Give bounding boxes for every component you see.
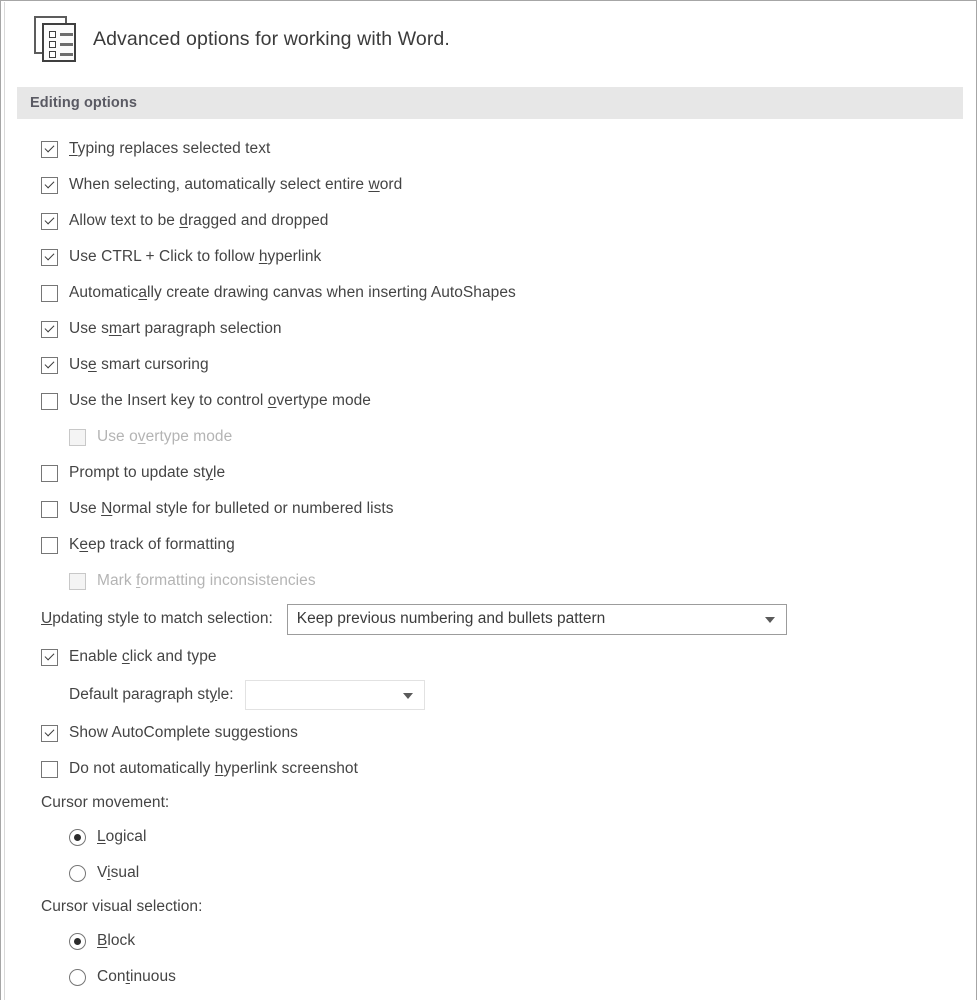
icon-bullet-line-3	[60, 53, 73, 56]
show-autocomplete-suggestions-checkbox[interactable]	[41, 724, 58, 742]
checkbox-group-secondary: Show AutoComplete suggestions Do not auto…	[1, 715, 976, 787]
prompt-to-update-style-row[interactable]: Prompt to update style	[1, 455, 976, 491]
auto-create-drawing-canvas-checkbox[interactable]	[41, 284, 58, 302]
icon-bullet-line-1	[60, 33, 73, 36]
cursor-movement-logical-label: Logical	[97, 828, 147, 845]
section-header-label: Editing options	[30, 95, 138, 111]
smart-cursoring-checkbox[interactable]	[41, 356, 58, 374]
chevron-down-icon[interactable]	[764, 617, 775, 623]
use-overtype-mode-checkbox	[69, 428, 86, 446]
no-auto-hyperlink-screenshot-row[interactable]: Do not automatically hyperlink screensho…	[1, 751, 976, 787]
use-overtype-mode-row: Use overtype mode	[1, 419, 976, 455]
page-title: Advanced options for working with Word.	[93, 27, 450, 50]
advanced-options-pane: Advanced options for working with Word. …	[0, 0, 977, 1000]
select-entire-word-checkbox[interactable]	[41, 176, 58, 194]
options-list: Typing replaces selected text When select…	[1, 131, 976, 995]
cursor-movement-visual-row[interactable]: Visual	[1, 855, 976, 891]
ctrl-click-hyperlink-checkbox[interactable]	[41, 248, 58, 266]
default-paragraph-style-dropdown[interactable]	[244, 680, 425, 710]
enable-click-and-type-checkbox[interactable]	[41, 648, 58, 666]
cursor-visual-block-row[interactable]: Block	[1, 923, 976, 959]
drag-and-drop-text-row[interactable]: Allow text to be dragged and dropped	[1, 203, 976, 239]
updating-style-label: Updating style to match selection:	[41, 610, 273, 627]
updating-style-dropdown[interactable]: Keep previous numbering and bullets patt…	[286, 603, 787, 635]
icon-bullet-square-2	[49, 41, 56, 48]
smart-cursoring-label: Use smart cursoring	[69, 356, 209, 373]
cursor-visual-selection-caption: Cursor visual selection:	[1, 891, 976, 923]
updating-style-row: Updating style to match selection: Keep …	[1, 599, 976, 639]
cursor-visual-continuous-label: Continuous	[97, 968, 176, 985]
icon-sheet-front	[42, 23, 76, 62]
icon-bullet-line-2	[60, 43, 73, 46]
updating-style-value: Keep previous numbering and bullets patt…	[296, 610, 606, 627]
smart-cursoring-row[interactable]: Use smart cursoring	[1, 347, 976, 383]
smart-paragraph-selection-checkbox[interactable]	[41, 320, 58, 338]
show-autocomplete-suggestions-label: Show AutoComplete suggestions	[69, 724, 298, 741]
section-header-editing-options: Editing options	[17, 87, 963, 119]
auto-create-drawing-canvas-row[interactable]: Automatically create drawing canvas when…	[1, 275, 976, 311]
icon-bullet-square-1	[49, 31, 56, 38]
prompt-to-update-style-checkbox[interactable]	[41, 464, 58, 482]
cursor-visual-selection-caption-label: Cursor visual selection:	[41, 898, 203, 915]
cursor-movement-visual-label: Visual	[97, 864, 140, 881]
cursor-visual-continuous-radio[interactable]	[69, 968, 86, 986]
insert-key-overtype-label: Use the Insert key to control overtype m…	[69, 392, 371, 409]
mark-formatting-inconsistencies-label: Mark formatting inconsistencies	[97, 572, 316, 589]
pane-header: Advanced options for working with Word.	[1, 2, 976, 76]
insert-key-overtype-checkbox[interactable]	[41, 392, 58, 410]
keep-track-of-formatting-label: Keep track of formatting	[69, 536, 235, 553]
cursor-movement-visual-radio[interactable]	[69, 864, 86, 882]
typing-replaces-selected-text-label: Typing replaces selected text	[69, 140, 271, 157]
show-autocomplete-suggestions-row[interactable]: Show AutoComplete suggestions	[1, 715, 976, 751]
keep-track-of-formatting-row[interactable]: Keep track of formatting	[1, 527, 976, 563]
smart-paragraph-selection-label: Use smart paragraph selection	[69, 320, 282, 337]
drag-and-drop-text-checkbox[interactable]	[41, 212, 58, 230]
auto-create-drawing-canvas-label: Automatically create drawing canvas when…	[69, 284, 516, 301]
cursor-visual-selection-radio-group: Block Continuous	[1, 923, 976, 995]
smart-paragraph-selection-row[interactable]: Use smart paragraph selection	[1, 311, 976, 347]
keep-track-of-formatting-checkbox[interactable]	[41, 536, 58, 554]
cursor-movement-logical-row[interactable]: Logical	[1, 819, 976, 855]
typing-replaces-selected-text-checkbox[interactable]	[41, 140, 58, 158]
use-overtype-mode-label: Use overtype mode	[97, 428, 233, 445]
ctrl-click-hyperlink-label: Use CTRL + Click to follow hyperlink	[69, 248, 322, 265]
document-list-icon	[34, 16, 80, 62]
cursor-movement-caption: Cursor movement:	[1, 787, 976, 819]
default-paragraph-style-label: Default paragraph style:	[69, 686, 234, 703]
insert-key-overtype-row[interactable]: Use the Insert key to control overtype m…	[1, 383, 976, 419]
typing-replaces-selected-text-row[interactable]: Typing replaces selected text	[1, 131, 976, 167]
cursor-visual-continuous-row[interactable]: Continuous	[1, 959, 976, 995]
no-auto-hyperlink-screenshot-checkbox[interactable]	[41, 760, 58, 778]
icon-bullet-square-3	[49, 51, 56, 58]
cursor-visual-block-radio[interactable]	[69, 932, 86, 950]
normal-style-for-lists-label: Use Normal style for bulleted or numbere…	[69, 500, 394, 517]
normal-style-for-lists-checkbox[interactable]	[41, 500, 58, 518]
no-auto-hyperlink-screenshot-label: Do not automatically hyperlink screensho…	[69, 760, 358, 777]
normal-style-for-lists-row[interactable]: Use Normal style for bulleted or numbere…	[1, 491, 976, 527]
select-entire-word-row[interactable]: When selecting, automatically select ent…	[1, 167, 976, 203]
default-paragraph-style-row: Default paragraph style:	[1, 675, 976, 715]
cursor-movement-radio-group: Logical Visual	[1, 819, 976, 891]
drag-and-drop-text-label: Allow text to be dragged and dropped	[69, 212, 329, 229]
enable-click-and-type-label: Enable click and type	[69, 648, 217, 665]
chevron-down-icon[interactable]	[402, 693, 413, 699]
cursor-visual-block-label: Block	[97, 932, 136, 949]
mark-formatting-inconsistencies-checkbox	[69, 572, 86, 590]
select-entire-word-label: When selecting, automatically select ent…	[69, 176, 403, 193]
checkbox-group-primary: Typing replaces selected text When select…	[1, 131, 976, 599]
enable-click-and-type-row[interactable]: Enable click and type	[1, 639, 976, 675]
cursor-movement-caption-label: Cursor movement:	[41, 794, 170, 811]
prompt-to-update-style-label: Prompt to update style	[69, 464, 226, 481]
ctrl-click-hyperlink-row[interactable]: Use CTRL + Click to follow hyperlink	[1, 239, 976, 275]
cursor-movement-logical-radio[interactable]	[69, 828, 86, 846]
mark-formatting-inconsistencies-row: Mark formatting inconsistencies	[1, 563, 976, 599]
